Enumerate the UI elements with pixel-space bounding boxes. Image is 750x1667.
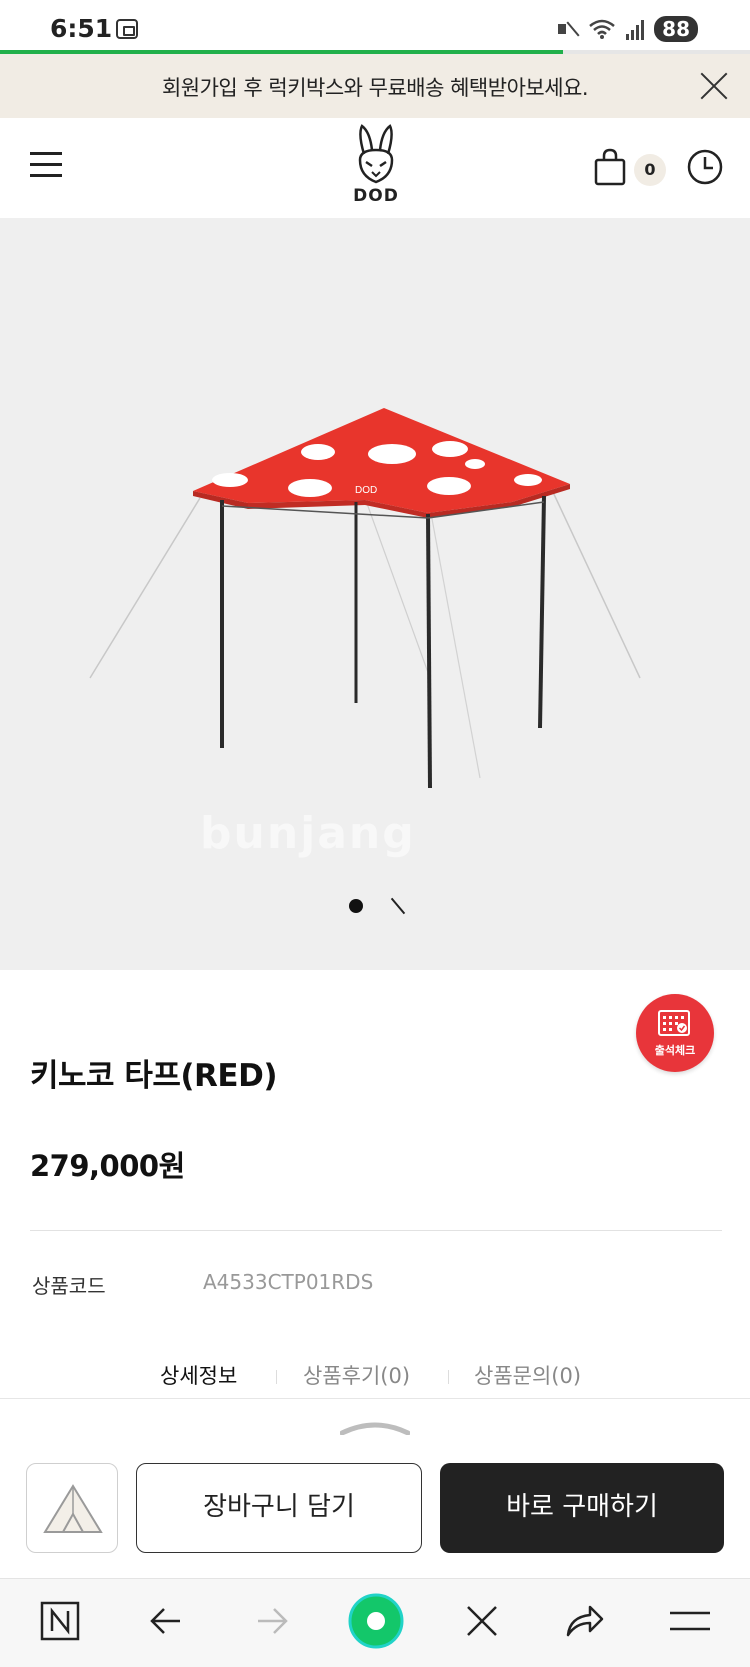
status-time: 6:51 [50, 14, 113, 43]
buy-now-button[interactable]: 바로 구매하기 [440, 1463, 724, 1553]
naver-n-icon[interactable] [38, 1599, 82, 1643]
logo-text: DOD [353, 186, 399, 206]
recent-history-icon[interactable] [686, 148, 724, 186]
product-photo: DOD [89, 408, 641, 789]
chevron-up-icon[interactable] [340, 1421, 410, 1435]
product-tabs: 상세정보 상품후기(0) 상품문의(0) [0, 1360, 750, 1400]
tab-detail-info[interactable]: 상세정보 [160, 1360, 237, 1390]
carousel-indicator[interactable] [0, 896, 750, 916]
watermark: bunjang [200, 808, 416, 859]
product-code-value: A4533CTP01RDS [203, 1270, 374, 1294]
product-title: 키노코 타프(RED) [30, 1058, 278, 1094]
add-to-cart-button[interactable]: 장바구니 담기 [136, 1463, 422, 1553]
status-icons: 88 [558, 16, 698, 42]
share-icon[interactable] [562, 1599, 606, 1643]
promo-text: 회원가입 후 럭키박스와 무료배송 혜택받아보세요. [161, 76, 589, 100]
product-price: 279,000원 [30, 1149, 185, 1183]
tent-icon-button[interactable] [26, 1463, 118, 1553]
site-header: DOD 0 [0, 118, 750, 218]
dod-logo[interactable]: DOD [350, 124, 402, 210]
battery-badge: 88 [654, 16, 698, 42]
tab-separator [448, 1370, 449, 1384]
attendance-label: 출석체크 [654, 1044, 696, 1057]
carousel-dot-next[interactable] [390, 897, 406, 915]
carousel-dot-active[interactable] [349, 899, 363, 913]
wifi-icon [589, 19, 615, 39]
close-icon[interactable] [698, 70, 730, 102]
rabbit-logo-icon [358, 124, 394, 184]
purchase-action-panel: 장바구니 담기 바로 구매하기 [0, 1398, 750, 1578]
signal-icon [626, 18, 645, 40]
product-image-gallery[interactable]: DOD bunjang [0, 218, 750, 970]
back-arrow-icon[interactable] [144, 1599, 188, 1643]
close-icon[interactable] [460, 1599, 504, 1643]
product-code-label: 상품코드 [32, 1274, 106, 1298]
cart-count-badge[interactable]: 0 [634, 154, 666, 186]
tab-inquiries[interactable]: 상품문의(0) [474, 1360, 581, 1390]
screenshot-icon [116, 19, 138, 39]
tab-separator [276, 1370, 277, 1384]
calendar-icon [658, 1010, 690, 1036]
svg-text:DOD: DOD [355, 485, 377, 496]
forward-arrow-icon[interactable] [250, 1599, 294, 1643]
tent-icon [43, 1484, 103, 1533]
browser-nav-bar [0, 1578, 750, 1667]
divider [30, 1230, 722, 1231]
mute-icon [558, 18, 578, 40]
tab-reviews[interactable]: 상품후기(0) [303, 1360, 410, 1390]
attendance-check-button[interactable]: 출석체크 [636, 994, 714, 1072]
green-circle-icon[interactable] [348, 1593, 404, 1649]
status-bar: 6:51 88 [0, 0, 750, 54]
shopping-bag-icon[interactable] [594, 148, 626, 186]
menu-icon[interactable] [668, 1599, 712, 1643]
hamburger-menu-icon[interactable] [30, 152, 62, 178]
promo-banner[interactable]: 회원가입 후 럭키박스와 무료배송 혜택받아보세요. [0, 54, 750, 118]
